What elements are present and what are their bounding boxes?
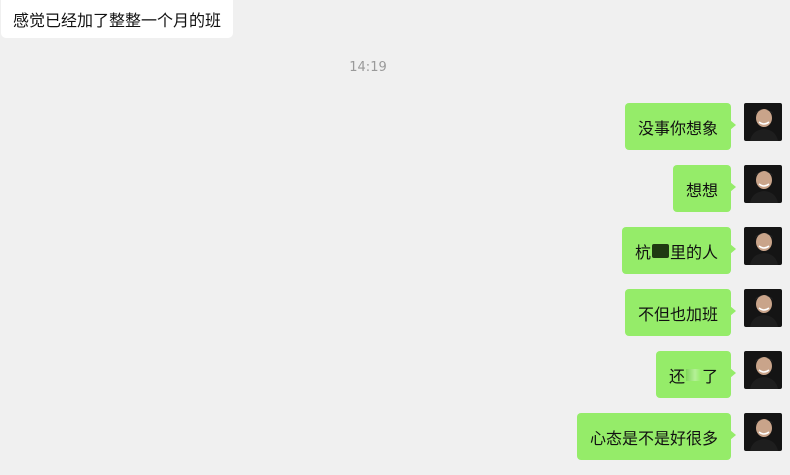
avatar-portrait-icon bbox=[750, 357, 778, 389]
outgoing-message-bubble[interactable]: 还 了 bbox=[655, 351, 736, 398]
user-avatar[interactable] bbox=[744, 103, 782, 141]
outgoing-message-text-after: 了 bbox=[701, 366, 718, 386]
message-row: 没事你想象 bbox=[624, 103, 782, 150]
redaction-mark bbox=[651, 243, 669, 258]
user-avatar[interactable] bbox=[744, 227, 782, 265]
bubble-tail bbox=[730, 182, 736, 192]
redaction-mark bbox=[685, 368, 701, 381]
outgoing-message-text-after: 里的人 bbox=[669, 242, 718, 262]
bubble-tail bbox=[730, 368, 736, 378]
bubble-tail bbox=[730, 244, 736, 254]
user-avatar[interactable] bbox=[744, 289, 782, 327]
outgoing-message-text: 想想 bbox=[685, 180, 718, 200]
message-row: 还 了 bbox=[655, 351, 782, 398]
outgoing-message-text-before: 杭 bbox=[634, 242, 651, 262]
outgoing-message-bubble[interactable]: 想想 bbox=[672, 165, 736, 212]
outgoing-message-bubble[interactable]: 不但也加班 bbox=[624, 289, 736, 336]
user-avatar[interactable] bbox=[744, 413, 782, 451]
message-timestamp: 14:19 bbox=[349, 60, 387, 75]
outgoing-message-bubble[interactable]: 心态是不是好很多 bbox=[576, 413, 736, 460]
avatar-portrait-icon bbox=[750, 171, 778, 203]
bubble-tail bbox=[730, 306, 736, 316]
incoming-message-text: 感觉已经加了整整一个月的班 bbox=[13, 11, 222, 30]
incoming-message-bubble[interactable]: 感觉已经加了整整一个月的班 bbox=[1, 0, 234, 38]
avatar-portrait-icon bbox=[750, 233, 778, 265]
message-row: 杭 里的人 bbox=[621, 227, 782, 274]
message-row: 不但也加班 bbox=[624, 289, 782, 336]
avatar-portrait-icon bbox=[750, 419, 778, 451]
user-avatar[interactable] bbox=[744, 165, 782, 203]
outgoing-message-bubble[interactable]: 杭 里的人 bbox=[621, 227, 736, 274]
message-row: 心态是不是好很多 bbox=[576, 413, 782, 460]
user-avatar[interactable] bbox=[744, 351, 782, 389]
avatar-portrait-icon bbox=[750, 295, 778, 327]
bubble-tail bbox=[730, 430, 736, 440]
outgoing-message-text: 没事你想象 bbox=[637, 118, 718, 138]
outgoing-message-bubble[interactable]: 没事你想象 bbox=[624, 103, 736, 150]
outgoing-message-text: 不但也加班 bbox=[637, 304, 718, 324]
bubble-tail bbox=[730, 120, 736, 130]
outgoing-message-text: 心态是不是好很多 bbox=[589, 428, 718, 448]
message-row: 想想 bbox=[672, 165, 782, 212]
outgoing-message-text-before: 还 bbox=[668, 366, 685, 386]
avatar-portrait-icon bbox=[750, 109, 778, 141]
